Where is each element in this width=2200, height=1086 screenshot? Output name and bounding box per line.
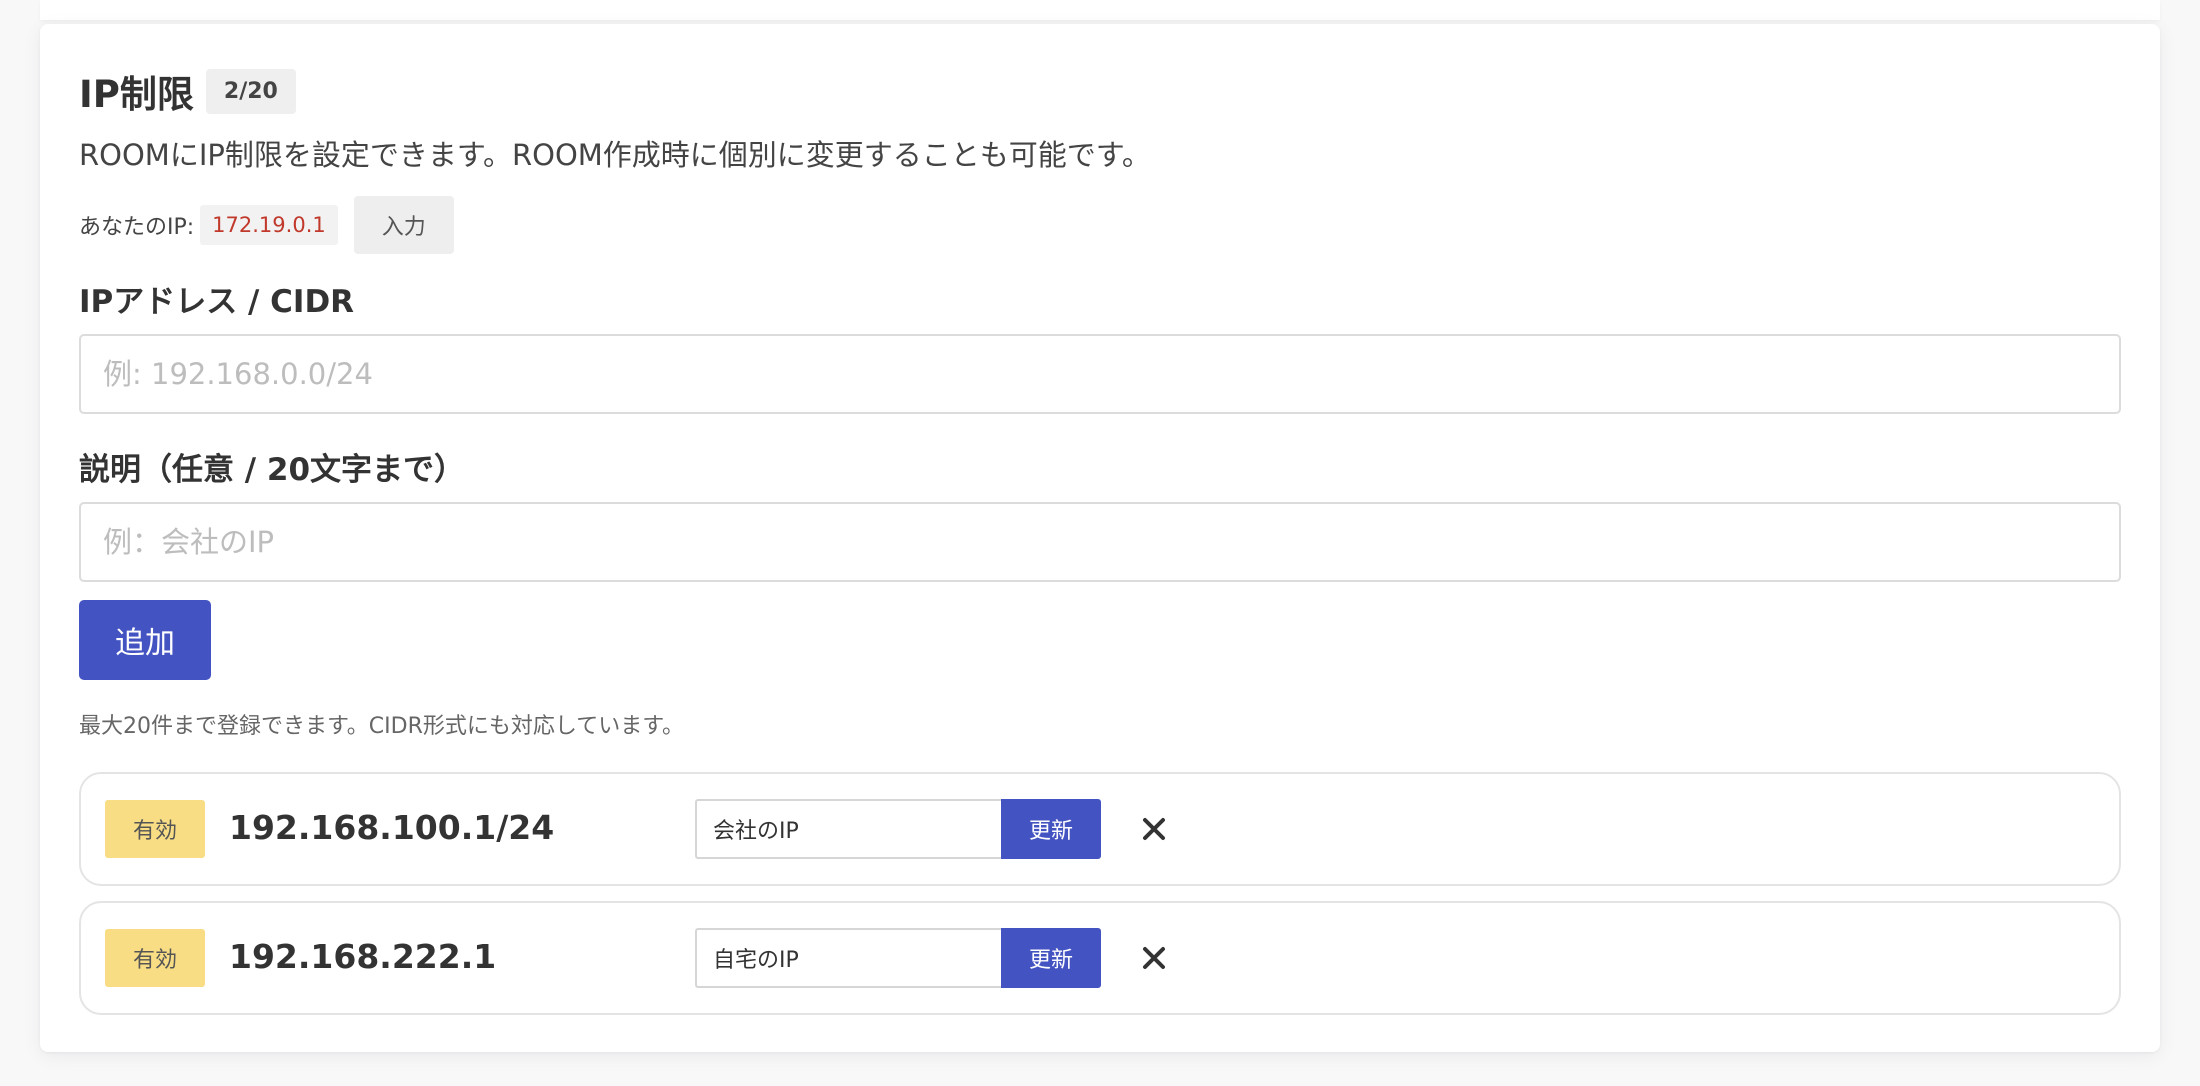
close-icon — [1143, 818, 1165, 840]
my-ip-value: 172.19.0.1 — [200, 205, 338, 245]
section-description: ROOMにIP制限を設定できます。ROOM作成時に個別に変更することも可能です。 — [79, 138, 1151, 172]
ip-entry-row: 有効 192.168.100.1/24 更新 — [79, 772, 2121, 886]
section-title: IP制限 — [79, 73, 194, 116]
entry-ip-address: 192.168.222.1 — [229, 937, 497, 976]
fill-my-ip-button[interactable]: 入力 — [353, 196, 454, 254]
entry-ip-address: 192.168.100.1/24 — [229, 808, 555, 847]
description-input[interactable] — [79, 502, 2121, 582]
status-badge: 有効 — [105, 929, 205, 987]
ip-restriction-card: IP制限 2/20 ROOMにIP制限を設定できます。ROOM作成時に個別に変更… — [40, 24, 2160, 1052]
previous-card-edge — [40, 0, 2160, 20]
delete-button[interactable] — [1129, 933, 1179, 983]
update-button[interactable]: 更新 — [1001, 928, 1101, 988]
ip-field-label: IPアドレス / CIDR — [79, 284, 355, 320]
ip-input[interactable] — [79, 334, 2121, 414]
add-button[interactable]: 追加 — [79, 600, 211, 680]
entry-description-input[interactable] — [695, 799, 1001, 859]
description-field-label: 説明（任意 / 20文字まで） — [79, 452, 466, 488]
status-badge: 有効 — [105, 800, 205, 858]
limit-note: 最大20件まで登録できます。CIDR形式にも対応しています。 — [79, 714, 685, 739]
title-row: IP制限 2/20 — [79, 64, 296, 118]
entry-description-input[interactable] — [695, 928, 1001, 988]
my-ip-label: あなたのIP: — [79, 215, 195, 240]
count-badge: 2/20 — [205, 68, 296, 114]
my-ip-row: あなたのIP: 172.19.0.1 入力 — [79, 196, 454, 254]
update-button[interactable]: 更新 — [1001, 799, 1101, 859]
close-icon — [1143, 947, 1165, 969]
delete-button[interactable] — [1129, 804, 1179, 854]
ip-entry-row: 有効 192.168.222.1 更新 — [79, 901, 2121, 1015]
